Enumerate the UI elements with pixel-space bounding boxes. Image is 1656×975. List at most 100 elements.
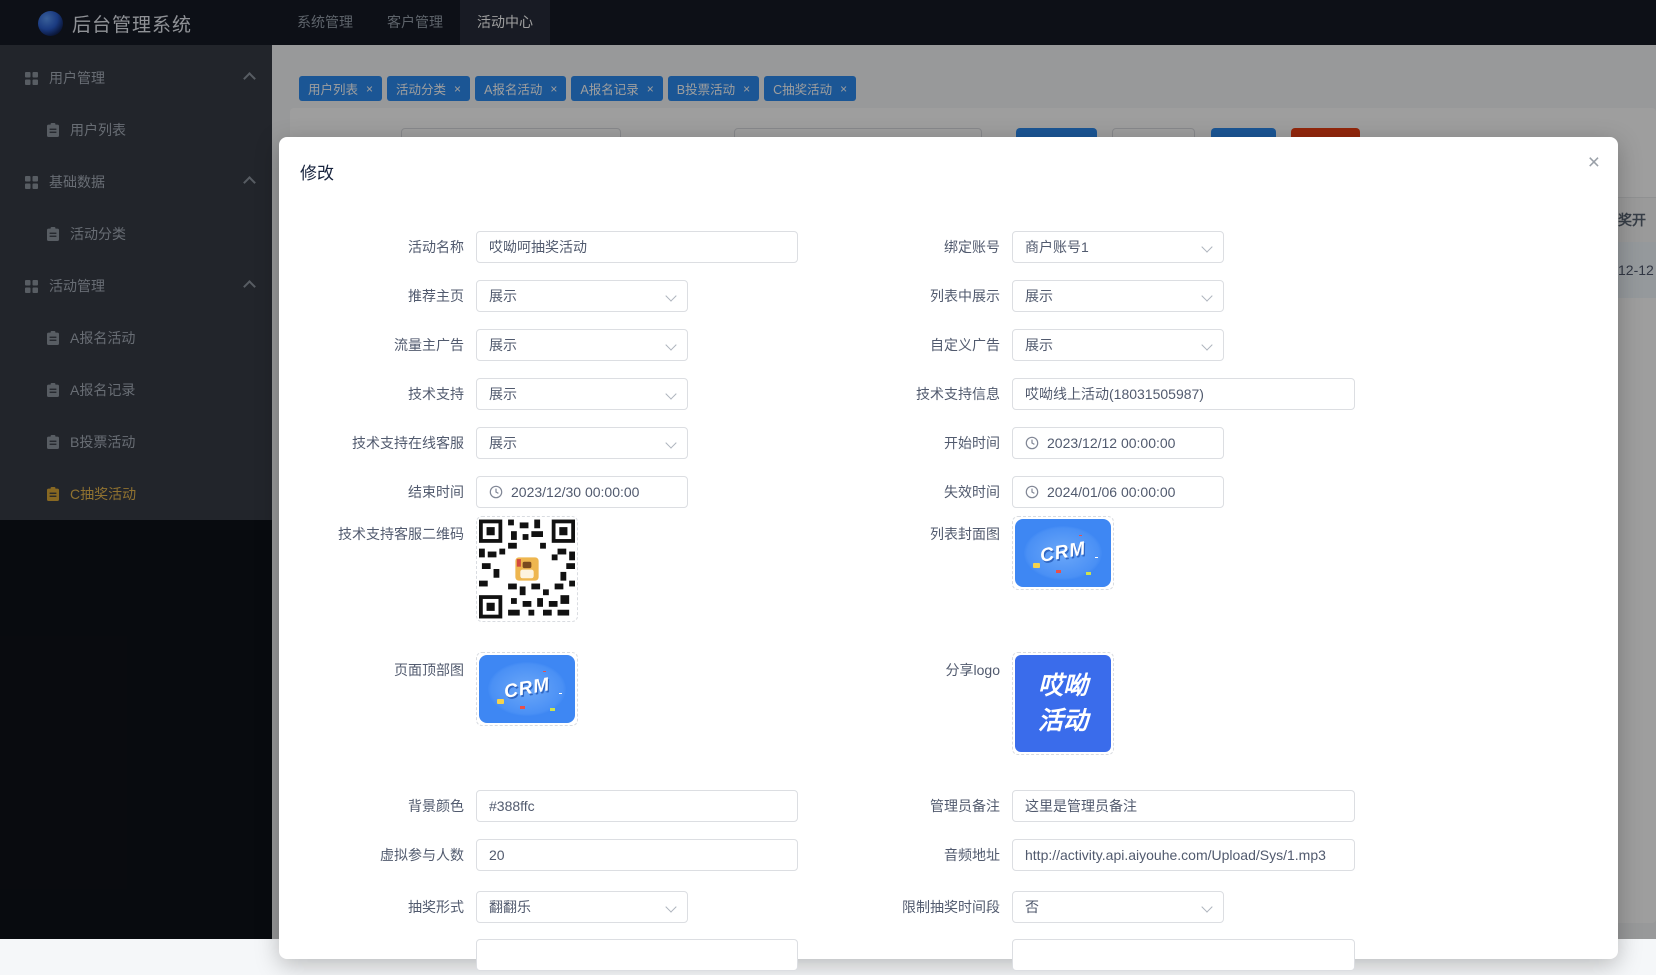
form-field-row: 技术支持在线客服 展示 bbox=[279, 418, 798, 467]
form-field-row bbox=[279, 935, 798, 975]
clock-icon bbox=[489, 485, 503, 499]
form-field-row: 失效时间 2024/01/06 00:00:00 bbox=[815, 467, 1355, 516]
field-label: 分享logo bbox=[945, 662, 1000, 678]
modal-title: 修改 bbox=[300, 164, 334, 183]
share-logo-image[interactable]: 哎呦 活动 bbox=[1012, 652, 1114, 755]
datetime-value: 2024/01/06 00:00:00 bbox=[1047, 483, 1176, 500]
share-logo-line2: 活动 bbox=[1037, 706, 1088, 735]
chevron-down-icon bbox=[665, 338, 677, 351]
qr-code-image[interactable] bbox=[476, 516, 578, 622]
field-label: 结束时间 bbox=[408, 483, 464, 500]
field-label: 活动名称 bbox=[408, 238, 464, 255]
field-label: 技术支持在线客服 bbox=[352, 434, 464, 451]
select-value: 展示 bbox=[489, 336, 517, 353]
select-value: 展示 bbox=[1025, 287, 1053, 304]
field-label: 限制抽奖时间段 bbox=[902, 899, 1000, 915]
select-input[interactable]: 展示 bbox=[476, 279, 688, 312]
select-input[interactable]: 商户账号1 bbox=[1012, 230, 1224, 263]
text-input[interactable]: 20 bbox=[476, 838, 798, 871]
crm-illustration: CRM bbox=[479, 655, 575, 723]
select-value: 翻翻乐 bbox=[489, 899, 531, 915]
field-label: 绑定账号 bbox=[944, 238, 1000, 255]
clock-icon bbox=[1025, 485, 1039, 499]
cover-image[interactable]: CRM bbox=[476, 652, 578, 726]
field-label: 音频地址 bbox=[944, 846, 1000, 863]
share-logo-line1: 哎呦 bbox=[1037, 671, 1088, 700]
chevron-down-icon bbox=[1201, 289, 1213, 302]
cover-image[interactable]: CRM bbox=[1012, 516, 1114, 590]
field-label: 抽奖形式 bbox=[408, 899, 464, 915]
edit-modal: 修改 × 活动名称 哎呦呵抽奖活动 推荐主页 展示 流量主广告 展示 技术支持 … bbox=[279, 137, 1618, 971]
form-field-row: 推荐主页 展示 bbox=[279, 271, 798, 320]
select-value: 展示 bbox=[489, 287, 517, 304]
select-input[interactable]: 展示 bbox=[476, 328, 688, 361]
field-label: 技术支持信息 bbox=[916, 385, 1000, 402]
form-field-row: 技术支持客服二维码 bbox=[279, 516, 798, 652]
field-label: 管理员备注 bbox=[930, 797, 1000, 814]
share-logo: 哎呦 活动 bbox=[1015, 655, 1111, 752]
datetime-input[interactable]: 2023/12/12 00:00:00 bbox=[1012, 426, 1224, 459]
crm-illustration-text: CRM bbox=[502, 674, 552, 703]
select-value: 展示 bbox=[489, 385, 517, 402]
field-label: 技术支持客服二维码 bbox=[338, 526, 464, 542]
form-field-row: 结束时间 2023/12/30 00:00:00 bbox=[279, 467, 798, 516]
form-field-row: 虚拟参与人数 20 bbox=[279, 830, 798, 879]
form-field-row: 管理员备注 这里是管理员备注 bbox=[815, 781, 1355, 830]
form-field-row: 绑定账号 商户账号1 bbox=[815, 222, 1355, 271]
form-left-column: 活动名称 哎呦呵抽奖活动 推荐主页 展示 流量主广告 展示 技术支持 展示 技术… bbox=[279, 222, 798, 975]
datetime-value: 2023/12/30 00:00:00 bbox=[511, 483, 640, 500]
close-icon[interactable]: × bbox=[1588, 152, 1600, 173]
text-input[interactable]: http://activity.api.aiyouhe.com/Upload/S… bbox=[1012, 838, 1355, 871]
field-label: 列表封面图 bbox=[930, 526, 1000, 542]
text-input-value: 哎呦呵抽奖活动 bbox=[489, 238, 587, 255]
select-input[interactable]: 展示 bbox=[476, 377, 688, 410]
select-input[interactable]: 翻翻乐 bbox=[476, 891, 688, 923]
form-field-row: 页面顶部图 CRM bbox=[279, 652, 798, 781]
field-label: 技术支持 bbox=[408, 385, 464, 402]
text-input[interactable]: 哎呦线上活动(18031505987) bbox=[1012, 377, 1355, 410]
form-field-row: 限制抽奖时间段 否 bbox=[815, 879, 1355, 935]
select-value: 展示 bbox=[1025, 336, 1053, 353]
text-input-value: 20 bbox=[489, 846, 505, 863]
chevron-down-icon bbox=[1201, 901, 1213, 913]
form-field-row: 开始时间 2023/12/12 00:00:00 bbox=[815, 418, 1355, 467]
form-field-row: 音频地址 http://activity.api.aiyouhe.com/Upl… bbox=[815, 830, 1355, 879]
form-field-row: 背景颜色 #388ffc bbox=[279, 781, 798, 830]
form-field-row: 技术支持 展示 bbox=[279, 369, 798, 418]
datetime-input[interactable]: 2023/12/30 00:00:00 bbox=[476, 475, 688, 508]
form-field-row: 分享logo 哎呦 活动 bbox=[815, 652, 1355, 781]
form-field-row: 活动名称 哎呦呵抽奖活动 bbox=[279, 222, 798, 271]
field-label: 开始时间 bbox=[944, 434, 1000, 451]
select-value: 展示 bbox=[489, 434, 517, 451]
select-input[interactable]: 展示 bbox=[476, 426, 688, 459]
form-field-row: 列表中展示 展示 bbox=[815, 271, 1355, 320]
field-label: 失效时间 bbox=[944, 483, 1000, 500]
select-input[interactable]: 展示 bbox=[1012, 279, 1224, 312]
text-input[interactable]: 这里是管理员备注 bbox=[1012, 789, 1355, 822]
form-field-row: 技术支持信息 哎呦线上活动(18031505987) bbox=[815, 369, 1355, 418]
field-label: 自定义广告 bbox=[930, 336, 1000, 353]
text-input-value: #388ffc bbox=[489, 797, 535, 814]
text-input[interactable] bbox=[476, 939, 798, 971]
crm-illustration: CRM bbox=[1015, 519, 1111, 587]
field-label: 列表中展示 bbox=[930, 287, 1000, 304]
datetime-value: 2023/12/12 00:00:00 bbox=[1047, 434, 1176, 451]
chevron-down-icon bbox=[665, 436, 677, 449]
text-input-value: http://activity.api.aiyouhe.com/Upload/S… bbox=[1025, 846, 1326, 863]
form-right-column: 绑定账号 商户账号1 列表中展示 展示 自定义广告 展示 技术支持信息 哎呦线上… bbox=[815, 222, 1355, 975]
datetime-input[interactable]: 2024/01/06 00:00:00 bbox=[1012, 475, 1224, 508]
form-field-row: 列表封面图 CRM bbox=[815, 516, 1355, 652]
text-input-value: 这里是管理员备注 bbox=[1025, 797, 1137, 814]
text-input[interactable]: #388ffc bbox=[476, 789, 798, 822]
clock-icon bbox=[1025, 436, 1039, 450]
text-input[interactable]: 哎呦呵抽奖活动 bbox=[476, 230, 798, 263]
select-input[interactable]: 否 bbox=[1012, 891, 1224, 923]
text-input[interactable] bbox=[1012, 939, 1355, 971]
chevron-down-icon bbox=[665, 387, 677, 400]
form-field-row: 自定义广告 展示 bbox=[815, 320, 1355, 369]
text-input-value: 哎呦线上活动(18031505987) bbox=[1025, 385, 1204, 402]
select-value: 商户账号1 bbox=[1025, 238, 1089, 255]
chevron-down-icon bbox=[665, 901, 677, 913]
select-input[interactable]: 展示 bbox=[1012, 328, 1224, 361]
form-field-row bbox=[815, 935, 1355, 975]
